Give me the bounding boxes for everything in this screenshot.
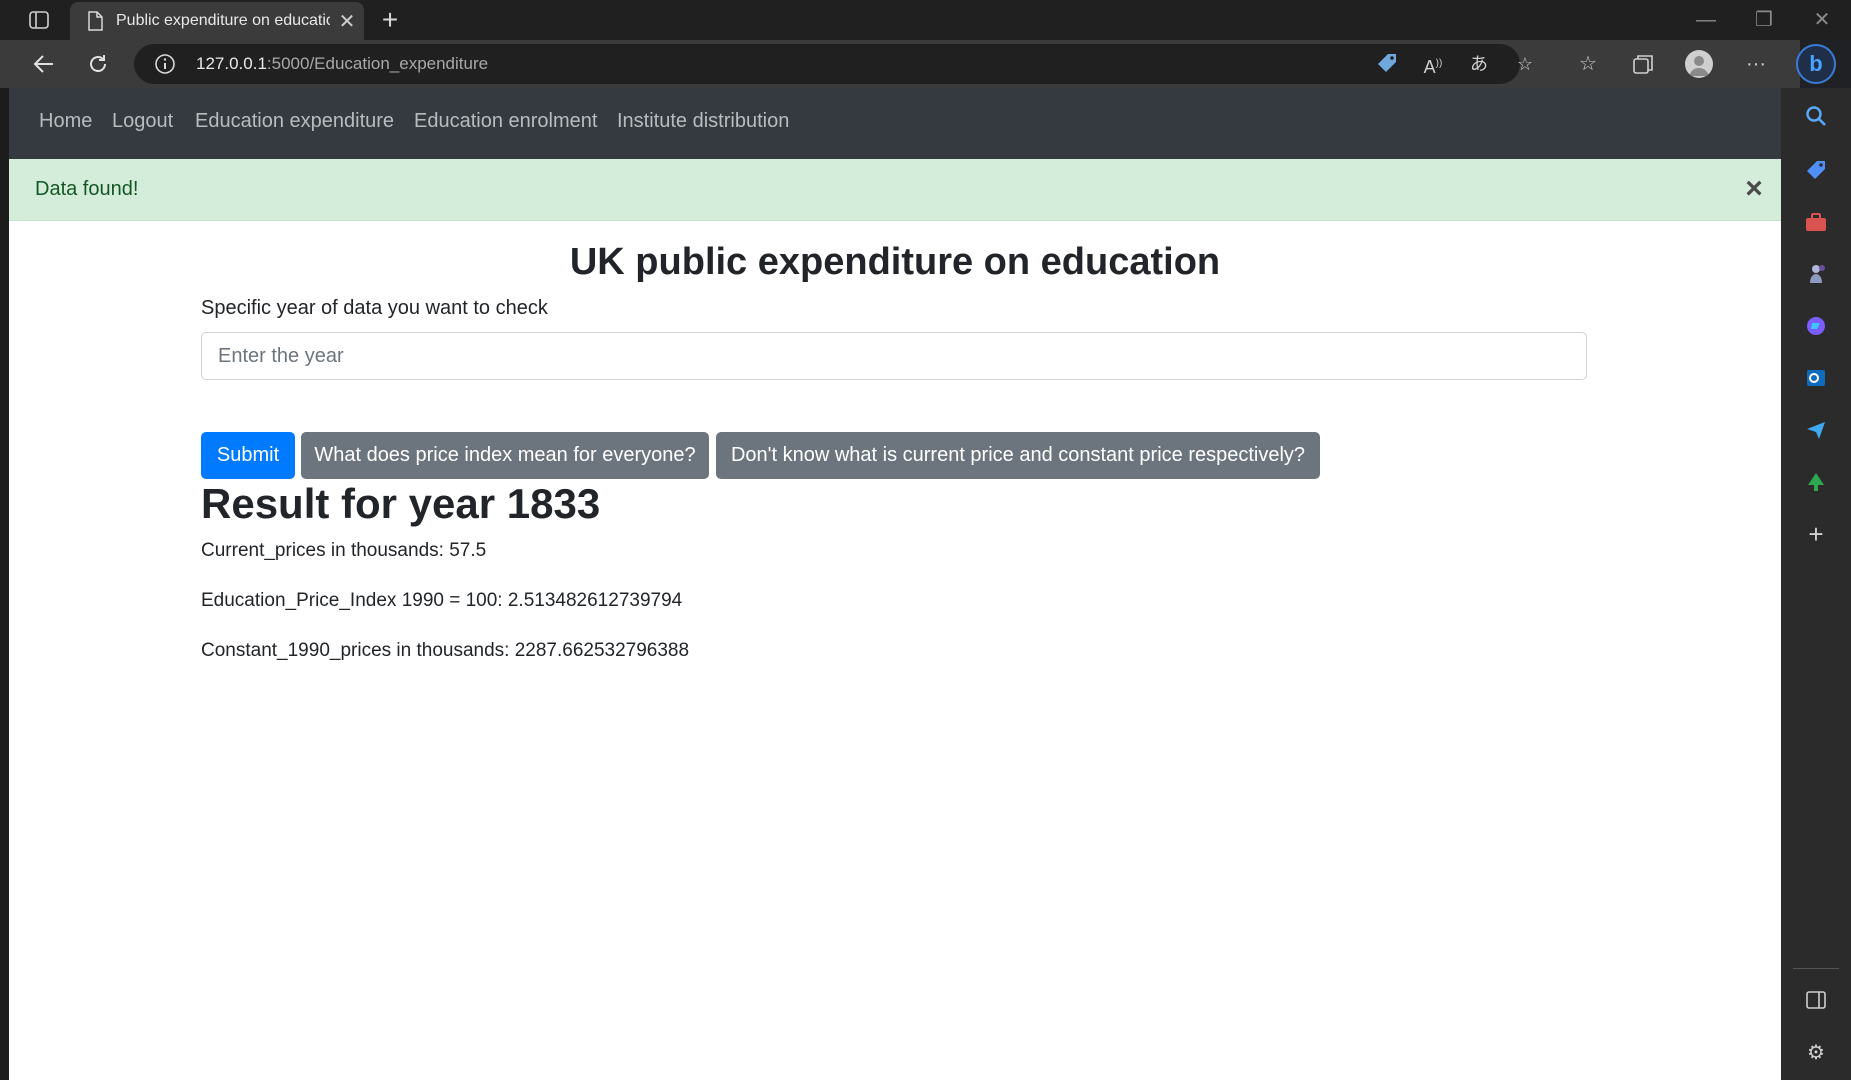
browser-toolbar: 127.0.0.1:5000/Education_expenditure A))…: [0, 40, 1800, 88]
read-aloud-icon[interactable]: A)): [1420, 52, 1446, 77]
translate-icon[interactable]: あ: [1466, 52, 1492, 76]
nav-logout-link[interactable]: Logout: [112, 110, 173, 133]
collections-icon[interactable]: [1626, 48, 1660, 80]
tab-title: Public expenditure on education: [116, 12, 330, 29]
url-path: :5000/Education_expenditure: [266, 54, 489, 73]
result-price-index: Education_Price_Index 1990 = 100: 2.5134…: [201, 590, 683, 611]
tools-icon[interactable]: [1802, 208, 1830, 236]
profile-icon[interactable]: [1685, 50, 1713, 78]
close-window-button[interactable]: ✕: [1802, 6, 1842, 34]
restore-button[interactable]: ❐: [1744, 6, 1784, 34]
address-bar[interactable]: 127.0.0.1:5000/Education_expenditure A))…: [134, 44, 1533, 84]
browser-tab-bar: Public expenditure on education ✕ + — ❐ …: [0, 0, 1851, 40]
page-title: UK public expenditure on education: [569, 241, 1221, 283]
tab-actions-icon[interactable]: [22, 8, 56, 32]
success-alert: Data found! ×: [9, 159, 1781, 221]
sidebar-toggle-icon[interactable]: [1802, 986, 1830, 1014]
submit-button[interactable]: Submit: [201, 432, 295, 479]
price-tag-icon[interactable]: [1374, 52, 1400, 76]
games-icon[interactable]: [1802, 260, 1830, 288]
settings-icon[interactable]: ⚙: [1802, 1038, 1830, 1066]
page-icon: [84, 10, 106, 32]
close-tab-icon[interactable]: ✕: [336, 9, 358, 34]
url-text: 127.0.0.1:5000/Education_expenditure: [196, 54, 488, 74]
new-tab-button[interactable]: +: [376, 6, 404, 34]
bing-copilot-icon[interactable]: b: [1796, 44, 1836, 84]
info-icon[interactable]: [154, 53, 176, 75]
result-current-prices: Current_prices in thousands: 57.5: [201, 540, 487, 561]
tree-icon[interactable]: [1802, 468, 1830, 496]
browser-sidebar: + ⚙: [1781, 88, 1851, 1080]
add-favorite-icon[interactable]: ☆: [1512, 52, 1538, 76]
page-viewport: Home Logout Education expenditure Educat…: [9, 88, 1781, 1080]
year-field-label: Specific year of data you want to check: [201, 297, 548, 319]
result-constant-prices: Constant_1990_prices in thousands: 2287.…: [201, 640, 690, 661]
alert-message: Data found!: [35, 178, 139, 200]
refresh-icon[interactable]: [80, 48, 116, 80]
year-input[interactable]: [201, 332, 1587, 380]
nav-education-expenditure-link[interactable]: Education expenditure: [195, 110, 394, 133]
copilot-app-icon[interactable]: [1802, 312, 1830, 340]
shopping-tag-icon[interactable]: [1802, 156, 1830, 184]
alert-close-icon[interactable]: ×: [1739, 171, 1769, 207]
site-navbar: Home Logout Education expenditure Educat…: [9, 88, 1781, 159]
price-index-info-button[interactable]: What does price index mean for everyone?: [301, 432, 709, 479]
sidebar-divider: [1793, 968, 1839, 969]
more-icon[interactable]: ···: [1739, 48, 1773, 80]
outlook-icon[interactable]: [1802, 364, 1830, 392]
add-icon[interactable]: +: [1802, 519, 1830, 549]
back-arrow-icon[interactable]: [26, 48, 62, 80]
nav-institute-distribution-link[interactable]: Institute distribution: [617, 110, 789, 133]
nav-education-enrolment-link[interactable]: Education enrolment: [414, 110, 597, 133]
minimize-button[interactable]: —: [1686, 6, 1726, 34]
browser-tab-active[interactable]: Public expenditure on education ✕: [70, 2, 364, 40]
nav-home-link[interactable]: Home: [39, 110, 92, 133]
favorites-icon[interactable]: ☆: [1571, 48, 1605, 80]
search-icon[interactable]: [1802, 102, 1830, 130]
screen-edge: [0, 0, 9, 1080]
url-host: 127.0.0.1: [196, 54, 267, 73]
result-heading: Result for year 1833: [201, 480, 601, 527]
send-icon[interactable]: [1802, 416, 1830, 444]
current-constant-price-info-button[interactable]: Don't know what is current price and con…: [716, 432, 1320, 479]
